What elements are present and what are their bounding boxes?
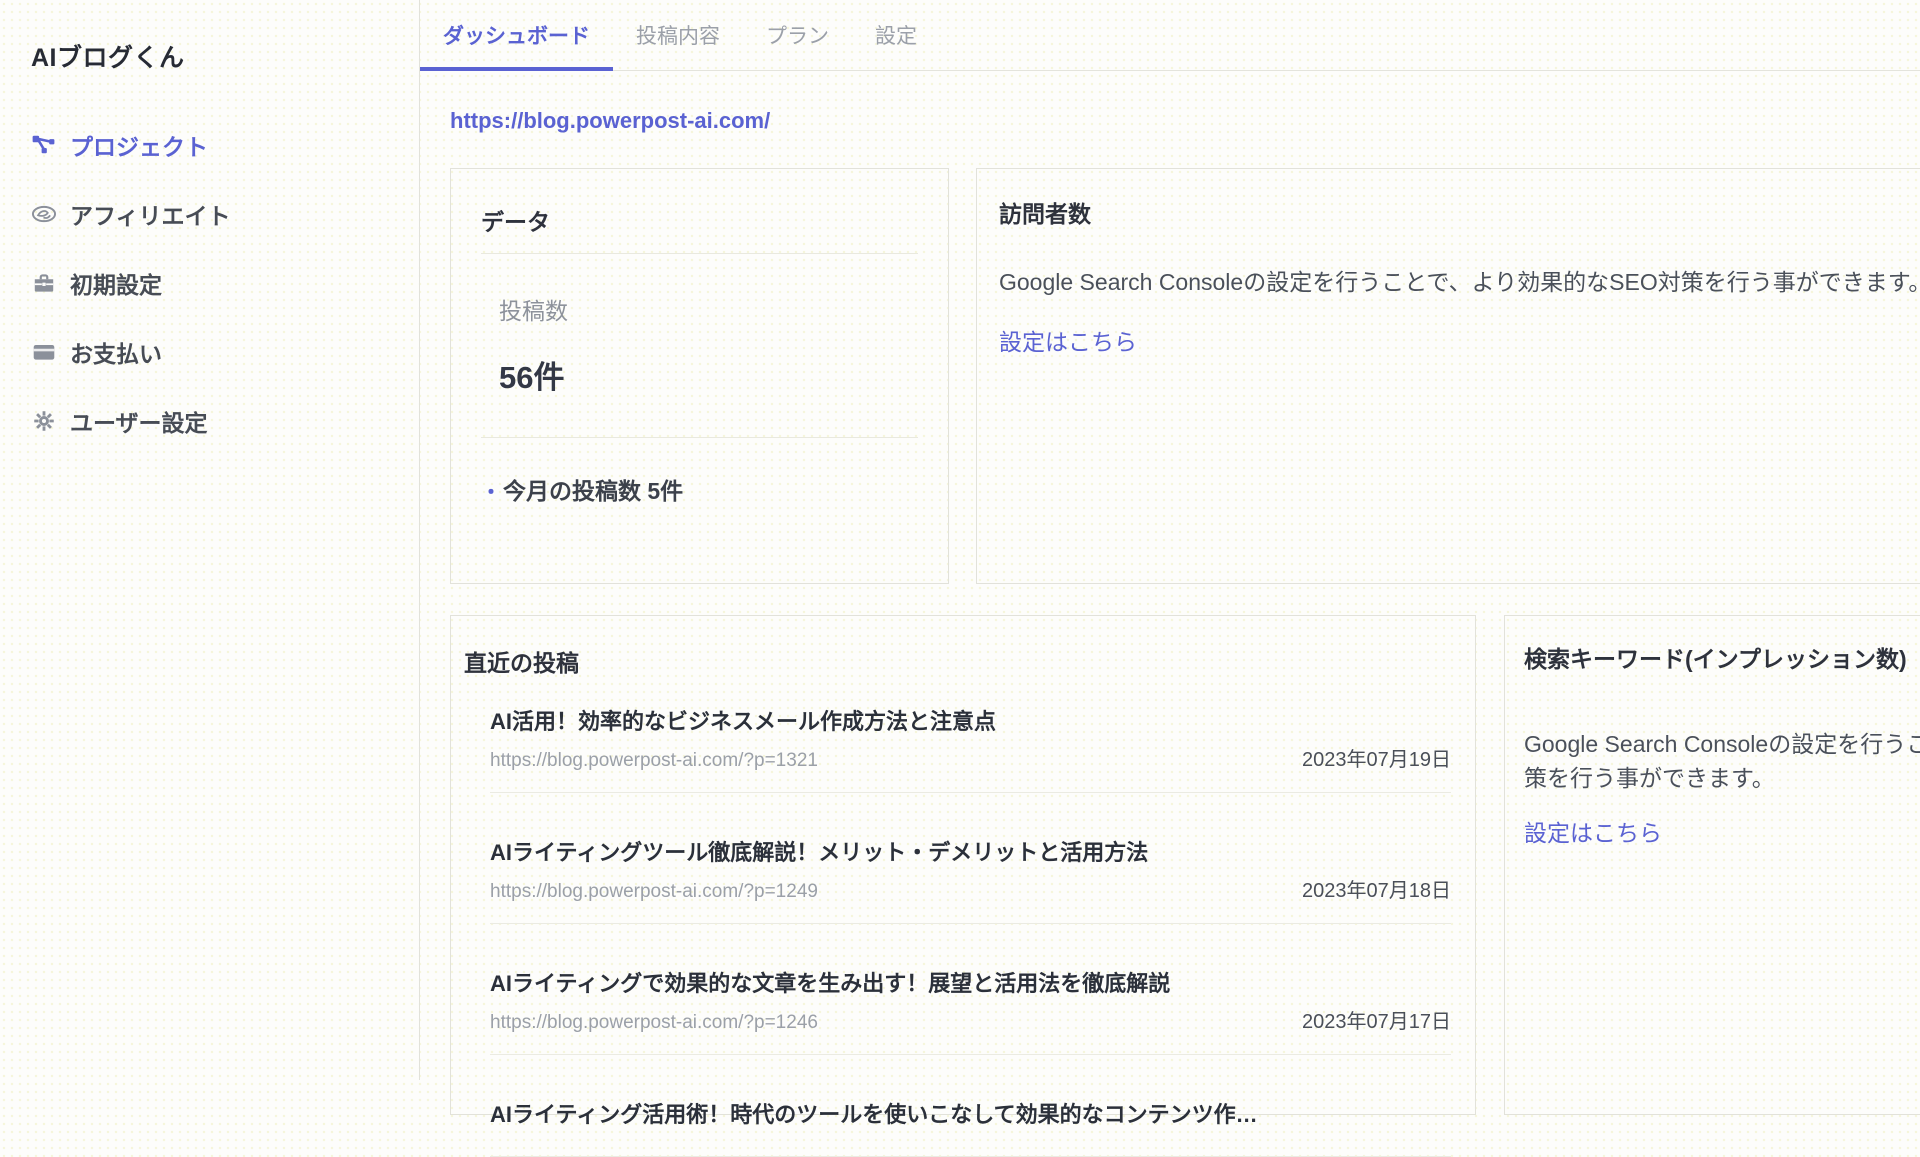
dashboard-page: { "colors": { "accent": "#5a62d2", "page… xyxy=(0,0,1920,1080)
post-meta: https://blog.powerpost-ai.com/?p=1321 20… xyxy=(490,743,1451,772)
sidebar-item-label: お支払い xyxy=(70,335,162,369)
keywords-card-description: Google Search Consoleの設定を行うことで、より効果的なSEO… xyxy=(1524,727,1920,795)
tab-plan[interactable]: プラン xyxy=(743,0,852,70)
bullet-icon: ・ xyxy=(481,482,501,504)
monthly-posts-text: 今月の投稿数 5件 xyxy=(503,478,683,504)
divider xyxy=(481,253,918,254)
site-url-link[interactable]: https://blog.powerpost-ai.com/ xyxy=(450,108,770,134)
post-row[interactable]: AIライティングで効果的な文章を生み出す！展望と活用法を徹底解説 https:/… xyxy=(490,966,1451,1055)
keywords-settings-link[interactable]: 設定はこちら xyxy=(1524,814,1662,848)
visitors-settings-link[interactable]: 設定はこちら xyxy=(999,323,1137,357)
sidebar-item-user-settings[interactable]: ユーザー設定 xyxy=(31,386,391,455)
post-url: https://blog.powerpost-ai.com/?p=1321 xyxy=(490,750,818,772)
recent-posts-title: 直近の投稿 xyxy=(464,644,1475,678)
keywords-card: 検索キーワード(インプレッション数) Google Search Console… xyxy=(1504,615,1920,1115)
visitors-card-description: Google Search Consoleの設定を行うことで、より効果的なSEO… xyxy=(999,265,1920,299)
monthly-posts: ・今月の投稿数 5件 xyxy=(481,472,948,506)
post-date: 2023年07月19日 xyxy=(1302,743,1451,772)
post-count-label: 投稿数 xyxy=(499,292,948,326)
post-row[interactable]: AI活用！効率的なビジネスメール作成方法と注意点 https://blog.po… xyxy=(490,704,1451,793)
sidebar-nav: プロジェクト アフィリエイト 初期設定 xyxy=(31,110,391,455)
sidebar-item-affiliate[interactable]: アフィリエイト xyxy=(31,179,391,248)
post-row[interactable]: AIライティング活用術！時代のツールを使いこなして効果的なコンテンツ作… xyxy=(490,1097,1451,1157)
gear-icon xyxy=(31,408,57,434)
sidebar-item-project[interactable]: プロジェクト xyxy=(31,110,391,179)
divider xyxy=(481,437,918,438)
tab-bar: ダッシュボード 投稿内容 プラン 設定 xyxy=(420,0,1920,71)
data-card: データ 投稿数 56件 ・今月の投稿数 5件 xyxy=(450,168,949,584)
recent-posts-card: 直近の投稿 AI活用！効率的なビジネスメール作成方法と注意点 https://b… xyxy=(450,615,1476,1115)
app-title: AIブログくん xyxy=(31,38,185,74)
tab-post-content[interactable]: 投稿内容 xyxy=(613,0,743,70)
posts-list: AI活用！効率的なビジネスメール作成方法と注意点 https://blog.po… xyxy=(490,704,1451,1157)
post-title: AIライティングで効果的な文章を生み出す！展望と活用法を徹底解説 xyxy=(490,966,1451,998)
tab-dashboard[interactable]: ダッシュボード xyxy=(420,0,613,70)
post-url: https://blog.powerpost-ai.com/?p=1246 xyxy=(490,1012,818,1034)
post-url: https://blog.powerpost-ai.com/?p=1249 xyxy=(490,881,818,903)
main-content: ダッシュボード 投稿内容 プラン 設定 https://blog.powerpo… xyxy=(420,0,1920,1080)
post-title: AIライティングツール徹底解説！メリット・デメリットと活用方法 xyxy=(490,835,1451,867)
wallet-icon xyxy=(31,339,57,365)
visitors-card: 訪問者数 Google Search Consoleの設定を行うことで、より効果… xyxy=(976,168,1920,584)
post-date: 2023年07月17日 xyxy=(1302,1005,1451,1034)
toolbox-icon xyxy=(31,270,57,296)
sidebar-item-label: アフィリエイト xyxy=(70,197,231,231)
post-meta: https://blog.powerpost-ai.com/?p=1246 20… xyxy=(490,1005,1451,1034)
sidebar-item-label: ユーザー設定 xyxy=(70,404,208,438)
post-meta: https://blog.powerpost-ai.com/?p=1249 20… xyxy=(490,874,1451,903)
sidebar: AIブログくん プロジェクト アフィリエイト xyxy=(0,0,420,1080)
sidebar-item-label: プロジェクト xyxy=(70,128,208,162)
keywords-card-title: 検索キーワード(インプレッション数) xyxy=(1524,640,1920,674)
handshake-icon xyxy=(31,201,57,227)
visitors-card-title: 訪問者数 xyxy=(999,195,1920,229)
sidebar-item-initial-settings[interactable]: 初期設定 xyxy=(31,248,391,317)
sidebar-item-label: 初期設定 xyxy=(70,266,162,300)
post-count-value: 56件 xyxy=(499,352,948,397)
post-row[interactable]: AIライティングツール徹底解説！メリット・デメリットと活用方法 https://… xyxy=(490,835,1451,924)
post-title: AI活用！効率的なビジネスメール作成方法と注意点 xyxy=(490,704,1451,736)
post-date: 2023年07月18日 xyxy=(1302,874,1451,903)
project-icon xyxy=(31,132,57,158)
data-card-title: データ xyxy=(481,203,918,237)
post-title: AIライティング活用術！時代のツールを使いこなして効果的なコンテンツ作… xyxy=(490,1097,1451,1129)
sidebar-item-payment[interactable]: お支払い xyxy=(31,317,391,386)
tab-settings[interactable]: 設定 xyxy=(852,0,940,70)
